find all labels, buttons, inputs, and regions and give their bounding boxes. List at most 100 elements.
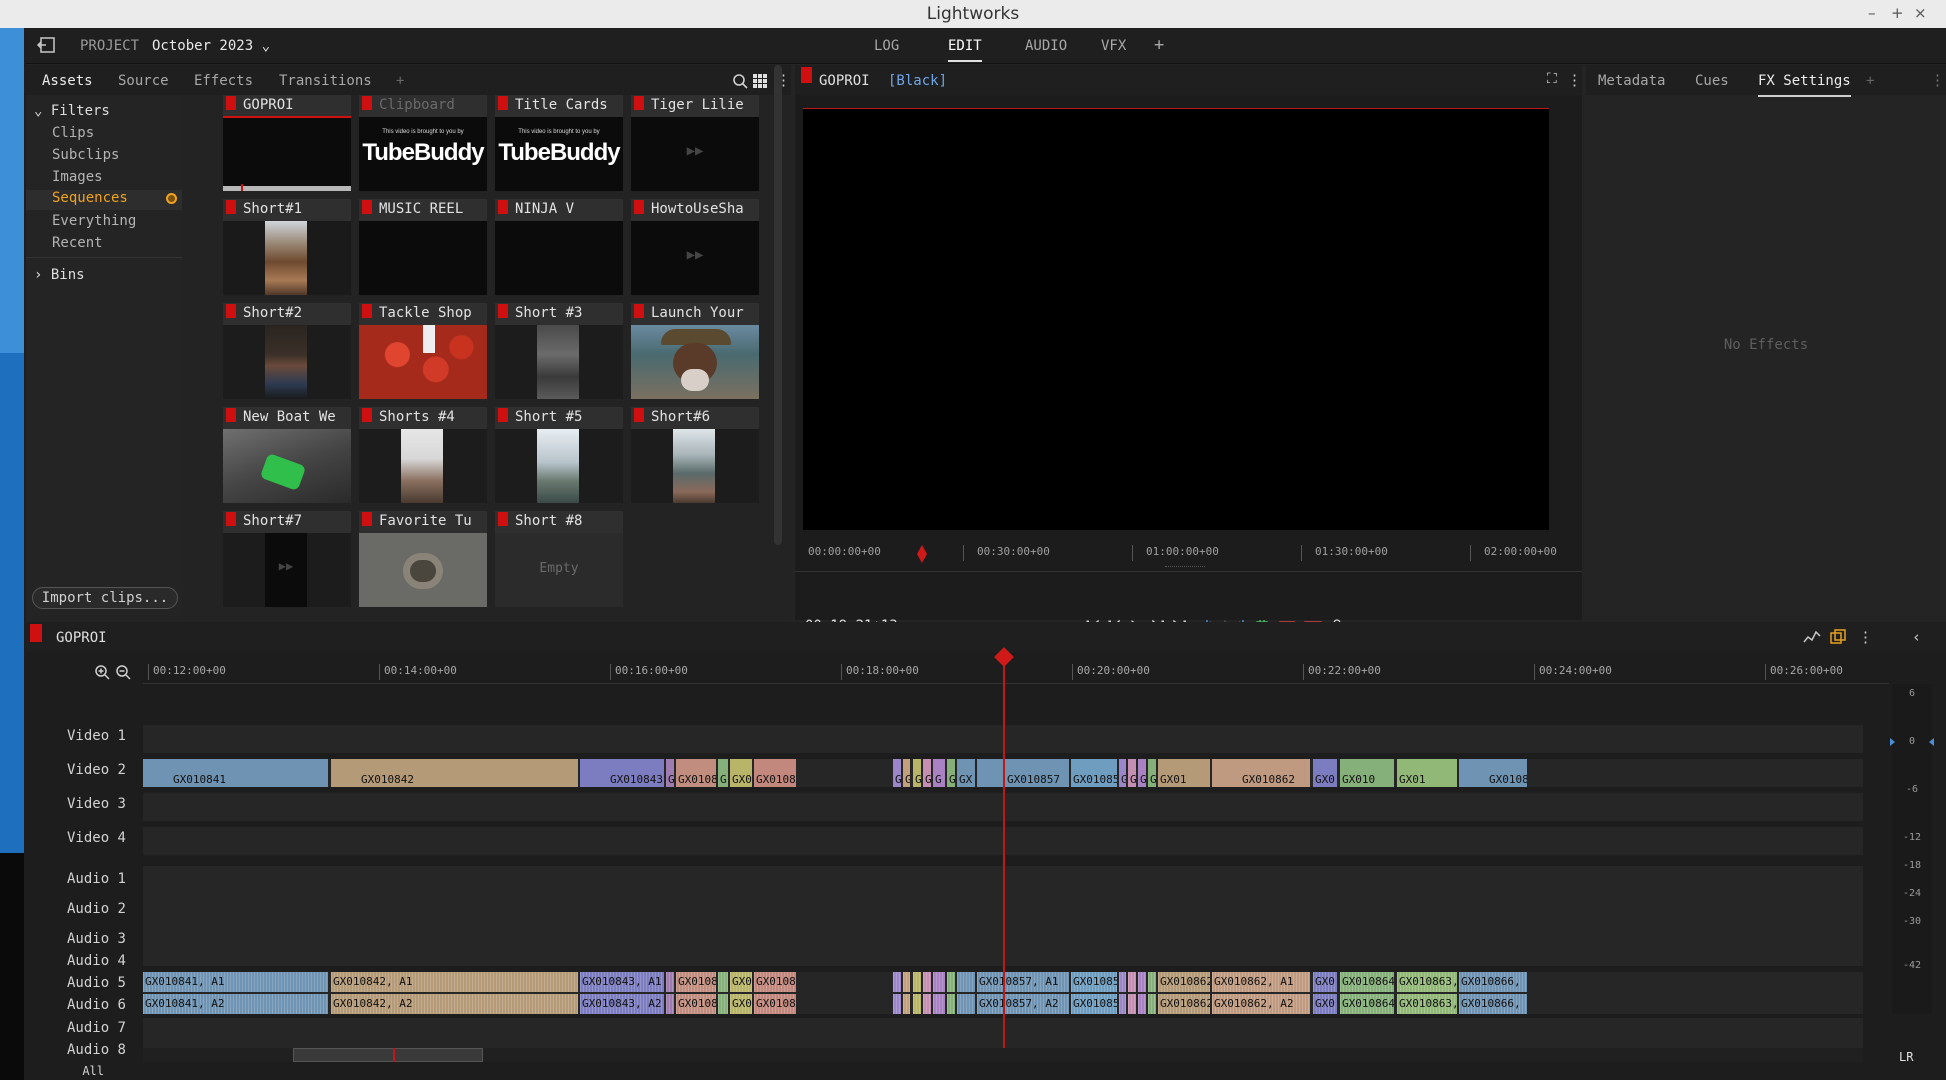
asset-tile[interactable]: Clipboard This video is brought to you b… <box>359 95 487 191</box>
close-button[interactable]: × <box>1914 4 1927 22</box>
tab-transitions[interactable]: Transitions <box>279 73 372 89</box>
asset-tile[interactable]: Short#7 ▶▶ <box>223 511 351 607</box>
viewer-source[interactable]: [Black] <box>888 73 947 89</box>
video-clip[interactable]: GX01084 <box>754 759 796 787</box>
audio-clip[interactable]: GX0 <box>1313 994 1337 1014</box>
asset-tile[interactable]: Tackle Shop <box>359 303 487 399</box>
video-clip[interactable]: G <box>1119 759 1126 787</box>
video-clip[interactable]: GX010841 <box>143 759 328 787</box>
video-clip[interactable]: G <box>666 759 674 787</box>
track-label-audio-4[interactable]: Audio 4 <box>56 953 126 969</box>
audio-clip[interactable]: GX010843, A2 <box>580 994 664 1014</box>
add-tab-button[interactable]: + <box>1154 35 1164 55</box>
audio-clip[interactable]: GX01085 <box>1071 994 1117 1014</box>
viewer-position-marker[interactable] <box>917 545 927 563</box>
video-clip[interactable]: G <box>1148 759 1156 787</box>
audio-clip[interactable] <box>947 972 955 992</box>
filter-clips[interactable]: Clips <box>52 125 94 141</box>
audio-clip[interactable] <box>1148 994 1156 1014</box>
asset-tile[interactable]: Tiger Lilie ▶▶ <box>631 95 759 191</box>
timeline-ruler[interactable]: 00:12:00+00 00:14:00+00 00:16:00+00 00:1… <box>143 660 1889 684</box>
tab-vfx[interactable]: VFX <box>1101 38 1126 54</box>
audio-clip[interactable]: GX0 <box>730 972 752 992</box>
track-label-audio-8[interactable]: Audio 8 <box>56 1042 126 1058</box>
audio-clip[interactable]: GX010863, <box>1397 972 1457 992</box>
audio-clip[interactable] <box>666 972 674 992</box>
audio-clip[interactable] <box>913 994 921 1014</box>
track-label-audio-7[interactable]: Audio 7 <box>56 1020 126 1036</box>
video-clip[interactable]: GX0 <box>1313 759 1337 787</box>
audio-clip[interactable]: GX010841, A2 <box>143 994 328 1014</box>
audio-clip[interactable]: GX010857, A2 <box>977 994 1069 1014</box>
asset-tile[interactable]: HowtoUseSha ▶▶ <box>631 199 759 295</box>
track-label-audio-6[interactable]: Audio 6 <box>56 997 126 1013</box>
audio-clip[interactable]: GX010843, A1 <box>580 972 664 992</box>
audio-clip[interactable]: GX010864, <box>1340 994 1394 1014</box>
tab-metadata[interactable]: Metadata <box>1598 73 1665 89</box>
filters-group[interactable]: ⌄ Filters <box>34 103 110 119</box>
audio-clip[interactable]: GX01085 <box>1071 972 1117 992</box>
video-clip[interactable]: G <box>1138 759 1146 787</box>
audio-clip[interactable] <box>913 972 921 992</box>
asset-tile[interactable]: Shorts #4 <box>359 407 487 503</box>
audio-clip[interactable]: GX0108 <box>676 994 716 1014</box>
tab-source[interactable]: Source <box>118 73 169 89</box>
audio-clip[interactable] <box>957 972 975 992</box>
filter-subclips[interactable]: Subclips <box>52 147 119 163</box>
timeline-scroll-thumb[interactable] <box>293 1048 483 1062</box>
video-clip[interactable]: GX010 <box>1340 759 1394 787</box>
audio-clip[interactable] <box>903 972 910 992</box>
collapse-icon[interactable]: ‹ <box>1912 628 1921 646</box>
video-clip[interactable]: G <box>933 759 945 787</box>
audio-clip[interactable] <box>933 994 945 1014</box>
audio-clip[interactable]: GX010864, <box>1340 972 1394 992</box>
video-clip[interactable]: GX010843 <box>580 759 664 787</box>
import-clips-button[interactable]: Import clips... <box>32 587 178 609</box>
assets-scrollbar[interactable] <box>774 65 782 545</box>
filter-recent[interactable]: Recent <box>52 235 103 251</box>
asset-tile[interactable]: MUSIC REEL <box>359 199 487 295</box>
tab-audio[interactable]: AUDIO <box>1025 38 1067 54</box>
audio-clip[interactable] <box>947 994 955 1014</box>
all-tracks-label[interactable]: All <box>56 1064 104 1078</box>
video-clip[interactable]: G <box>923 759 931 787</box>
audio-clip[interactable] <box>933 972 945 992</box>
audio-clip[interactable] <box>1138 972 1146 992</box>
track-label-video-3[interactable]: Video 3 <box>56 796 126 812</box>
audio-clip[interactable] <box>718 972 728 992</box>
track-label-video-1[interactable]: Video 1 <box>56 728 126 744</box>
tab-fx-settings[interactable]: FX Settings <box>1758 73 1851 97</box>
bins-group[interactable]: › Bins <box>34 267 85 283</box>
audio-clip[interactable] <box>903 994 910 1014</box>
video-clip[interactable]: GX01085 <box>1071 759 1117 787</box>
audio-clip[interactable]: GX010866, A1 <box>1459 972 1527 992</box>
filter-everything[interactable]: Everything <box>52 213 136 229</box>
tab-cues[interactable]: Cues <box>1695 73 1729 89</box>
video-clip[interactable]: GX01 <box>1397 759 1457 787</box>
audio-clip[interactable]: GX0108 <box>676 972 716 992</box>
fullscreen-icon[interactable]: ⛶ <box>1547 71 1557 87</box>
audio-clip[interactable]: GX010862, <box>1158 972 1210 992</box>
project-name-dropdown[interactable]: October 2023 ⌄ <box>152 38 270 54</box>
audio-clip[interactable]: GX010862, A1 <box>1212 972 1310 992</box>
video-clip[interactable]: GX010842 <box>331 759 578 787</box>
asset-tile[interactable]: Title Cards This video is brought to you… <box>495 95 623 191</box>
add-assets-tab-button[interactable]: + <box>396 73 404 89</box>
video-clip[interactable]: G <box>903 759 910 787</box>
video-clip[interactable]: G <box>1128 759 1136 787</box>
video-clip[interactable]: G <box>893 759 901 787</box>
audio-clip[interactable]: GX01084 <box>754 972 796 992</box>
add-fx-tab-button[interactable]: + <box>1866 73 1874 89</box>
audio-clip[interactable]: GX0 <box>1313 972 1337 992</box>
video-clip[interactable]: GX010857 <box>977 759 1069 787</box>
playhead[interactable] <box>1003 650 1005 1050</box>
sync-lock-icon[interactable] <box>1830 629 1846 645</box>
maximize-button[interactable]: + <box>1891 4 1904 22</box>
asset-tile[interactable]: Short #3 <box>495 303 623 399</box>
video-clip[interactable]: G <box>947 759 955 787</box>
track-label-video-2[interactable]: Video 2 <box>56 762 126 778</box>
video-clip[interactable]: GX010862 <box>1212 759 1310 787</box>
minimize-button[interactable]: – <box>1868 4 1876 22</box>
grid-view-icon[interactable] <box>753 74 767 88</box>
asset-tile[interactable]: GOPROI <box>223 95 351 191</box>
